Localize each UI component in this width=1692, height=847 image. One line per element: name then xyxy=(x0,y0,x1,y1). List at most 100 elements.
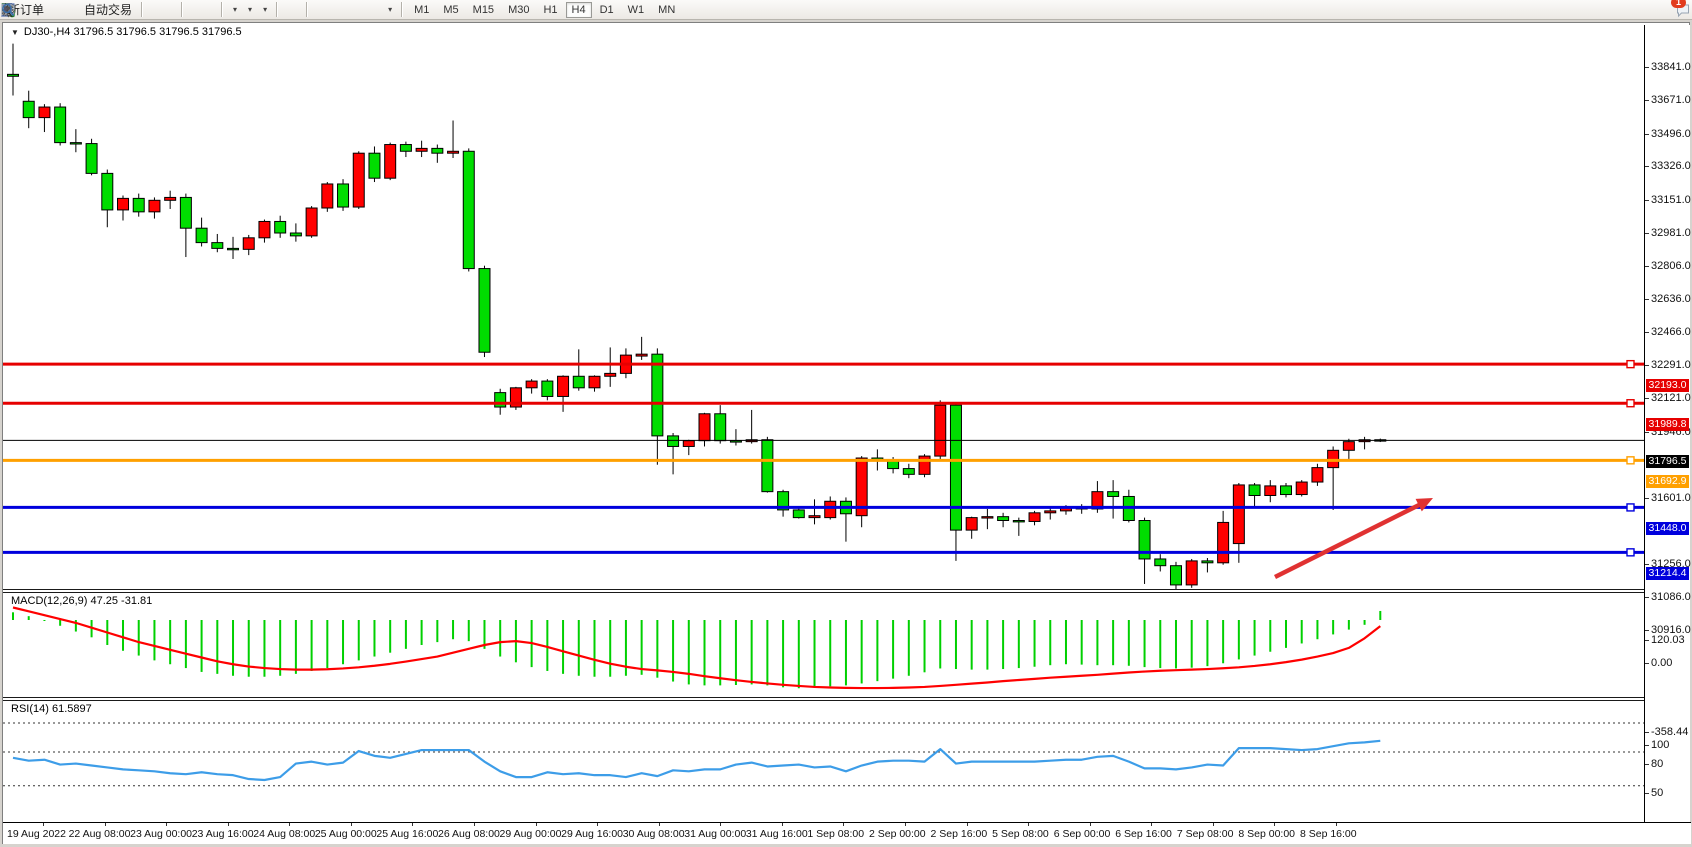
new-chart-button[interactable]: ▾ xyxy=(228,0,241,20)
macd-bar xyxy=(216,620,218,674)
candle-up xyxy=(322,184,333,208)
time-tick-label: 6 Sep 00:00 xyxy=(1054,828,1111,840)
market-watch-button[interactable] xyxy=(60,0,68,20)
macd-bar xyxy=(452,620,454,639)
macd-bar xyxy=(1096,620,1098,665)
zoom-out-button[interactable] xyxy=(198,0,206,20)
text-label-button[interactable]: T xyxy=(373,0,381,20)
price-axis[interactable]: 33841.033671.033496.033326.033151.032981… xyxy=(1644,25,1690,822)
macd-bar xyxy=(389,620,391,653)
zoom-in-button[interactable] xyxy=(188,0,196,20)
cursor-button[interactable] xyxy=(283,0,291,20)
macd-bar xyxy=(1034,620,1036,667)
candle-up xyxy=(306,208,317,236)
template-button[interactable]: ▾ xyxy=(258,0,271,20)
tf-m30[interactable]: M30 xyxy=(502,2,535,18)
tile-windows-button[interactable] xyxy=(208,0,216,20)
candle-chart-button[interactable] xyxy=(158,0,166,20)
toolbar-separator xyxy=(276,2,278,17)
macd-bar xyxy=(1144,620,1146,667)
vertical-line-button[interactable] xyxy=(313,0,321,20)
dropdown-arrow-icon: ▾ xyxy=(233,5,237,14)
candle-up xyxy=(149,200,160,212)
macd-tick: -358.44 xyxy=(1645,726,1690,738)
tf-w1[interactable]: W1 xyxy=(622,2,651,18)
bar-chart-button[interactable] xyxy=(148,0,156,20)
macd-bar xyxy=(169,620,171,664)
candle-down xyxy=(903,469,914,475)
macd-bar xyxy=(499,620,501,657)
dropdown-arrow-icon: ▾ xyxy=(388,5,392,14)
time-tick xyxy=(289,823,290,826)
tf-h4[interactable]: H4 xyxy=(566,2,592,18)
signal-button[interactable] xyxy=(70,0,78,20)
candle-down xyxy=(652,354,663,436)
chart-objects-dropdown-icon[interactable]: ▼ xyxy=(11,28,19,37)
trendline-button[interactable] xyxy=(333,0,341,20)
price-level-badge: 31989.8 xyxy=(1646,418,1689,431)
candle-down xyxy=(180,197,191,228)
candle-up xyxy=(416,148,427,151)
crosshair-button[interactable] xyxy=(293,0,301,20)
macd-bar xyxy=(1364,620,1366,625)
time-tick xyxy=(228,823,229,826)
panel-splitter[interactable] xyxy=(3,589,1644,590)
macd-bar xyxy=(861,620,863,683)
fibonacci-button[interactable]: F xyxy=(353,0,361,20)
macd-bar xyxy=(751,620,753,684)
candle-down xyxy=(1013,521,1024,522)
shapes-button[interactable]: ▾ xyxy=(383,0,396,20)
macd-panel[interactable] xyxy=(3,593,1644,697)
macd-bar xyxy=(892,620,894,679)
time-tick-label: 23 Aug 00:00 xyxy=(130,828,192,840)
price-tick: 32121.0 xyxy=(1645,392,1690,404)
candle-up xyxy=(1265,486,1276,496)
macd-bar xyxy=(971,620,973,670)
tf-m5[interactable]: M5 xyxy=(437,2,464,18)
search-icon xyxy=(0,2,16,18)
price-tick: 31086.0 xyxy=(1645,591,1690,603)
candle-down xyxy=(70,143,81,144)
tf-m15[interactable]: M15 xyxy=(467,2,500,18)
price-chart[interactable] xyxy=(3,25,1644,589)
highlighter-button[interactable] xyxy=(50,0,58,20)
time-tick xyxy=(1213,823,1214,826)
tf-h1[interactable]: H1 xyxy=(537,2,563,18)
candle-down xyxy=(212,243,223,249)
horizontal-line-button[interactable] xyxy=(323,0,331,20)
autotrading-button[interactable]: 自动交易 xyxy=(80,0,136,20)
tf-m1[interactable]: M1 xyxy=(408,2,435,18)
macd-bar xyxy=(1018,620,1020,668)
candle-up xyxy=(935,405,946,456)
macd-bar xyxy=(326,620,328,668)
macd-bar xyxy=(358,620,360,660)
candle-down xyxy=(1249,485,1260,496)
candle-down xyxy=(369,153,380,178)
rsi-panel[interactable] xyxy=(3,701,1644,801)
candle-down xyxy=(1280,486,1291,495)
line-chart-button[interactable] xyxy=(168,0,176,20)
price-tick: 33151.0 xyxy=(1645,194,1690,206)
tf-mn[interactable]: MN xyxy=(652,2,681,18)
period-button[interactable]: ▾ xyxy=(243,0,256,20)
equidistant-channel-button[interactable]: E xyxy=(343,0,351,20)
macd-bar xyxy=(232,620,234,676)
time-axis[interactable]: 19 Aug 202222 Aug 08:0023 Aug 00:0023 Au… xyxy=(3,822,1691,844)
macd-bar xyxy=(578,620,580,676)
price-tick: 33841.0 xyxy=(1645,61,1690,73)
notifications-button[interactable]: 1 xyxy=(1674,0,1682,20)
time-tick xyxy=(597,823,598,826)
macd-bar xyxy=(1316,620,1318,639)
candle-up xyxy=(1218,522,1229,562)
tf-d1[interactable]: D1 xyxy=(594,2,620,18)
macd-bar xyxy=(641,620,643,675)
time-tick xyxy=(412,823,413,826)
time-tick-label: 29 Aug 00:00 xyxy=(500,828,562,840)
macd-bar xyxy=(1301,620,1303,643)
candle-down xyxy=(133,198,144,211)
macd-bar xyxy=(1175,620,1177,668)
text-button[interactable]: A xyxy=(363,0,371,20)
candle-down xyxy=(432,148,443,153)
rsi-tick: 100 xyxy=(1645,739,1690,751)
panel-splitter[interactable] xyxy=(3,697,1644,698)
